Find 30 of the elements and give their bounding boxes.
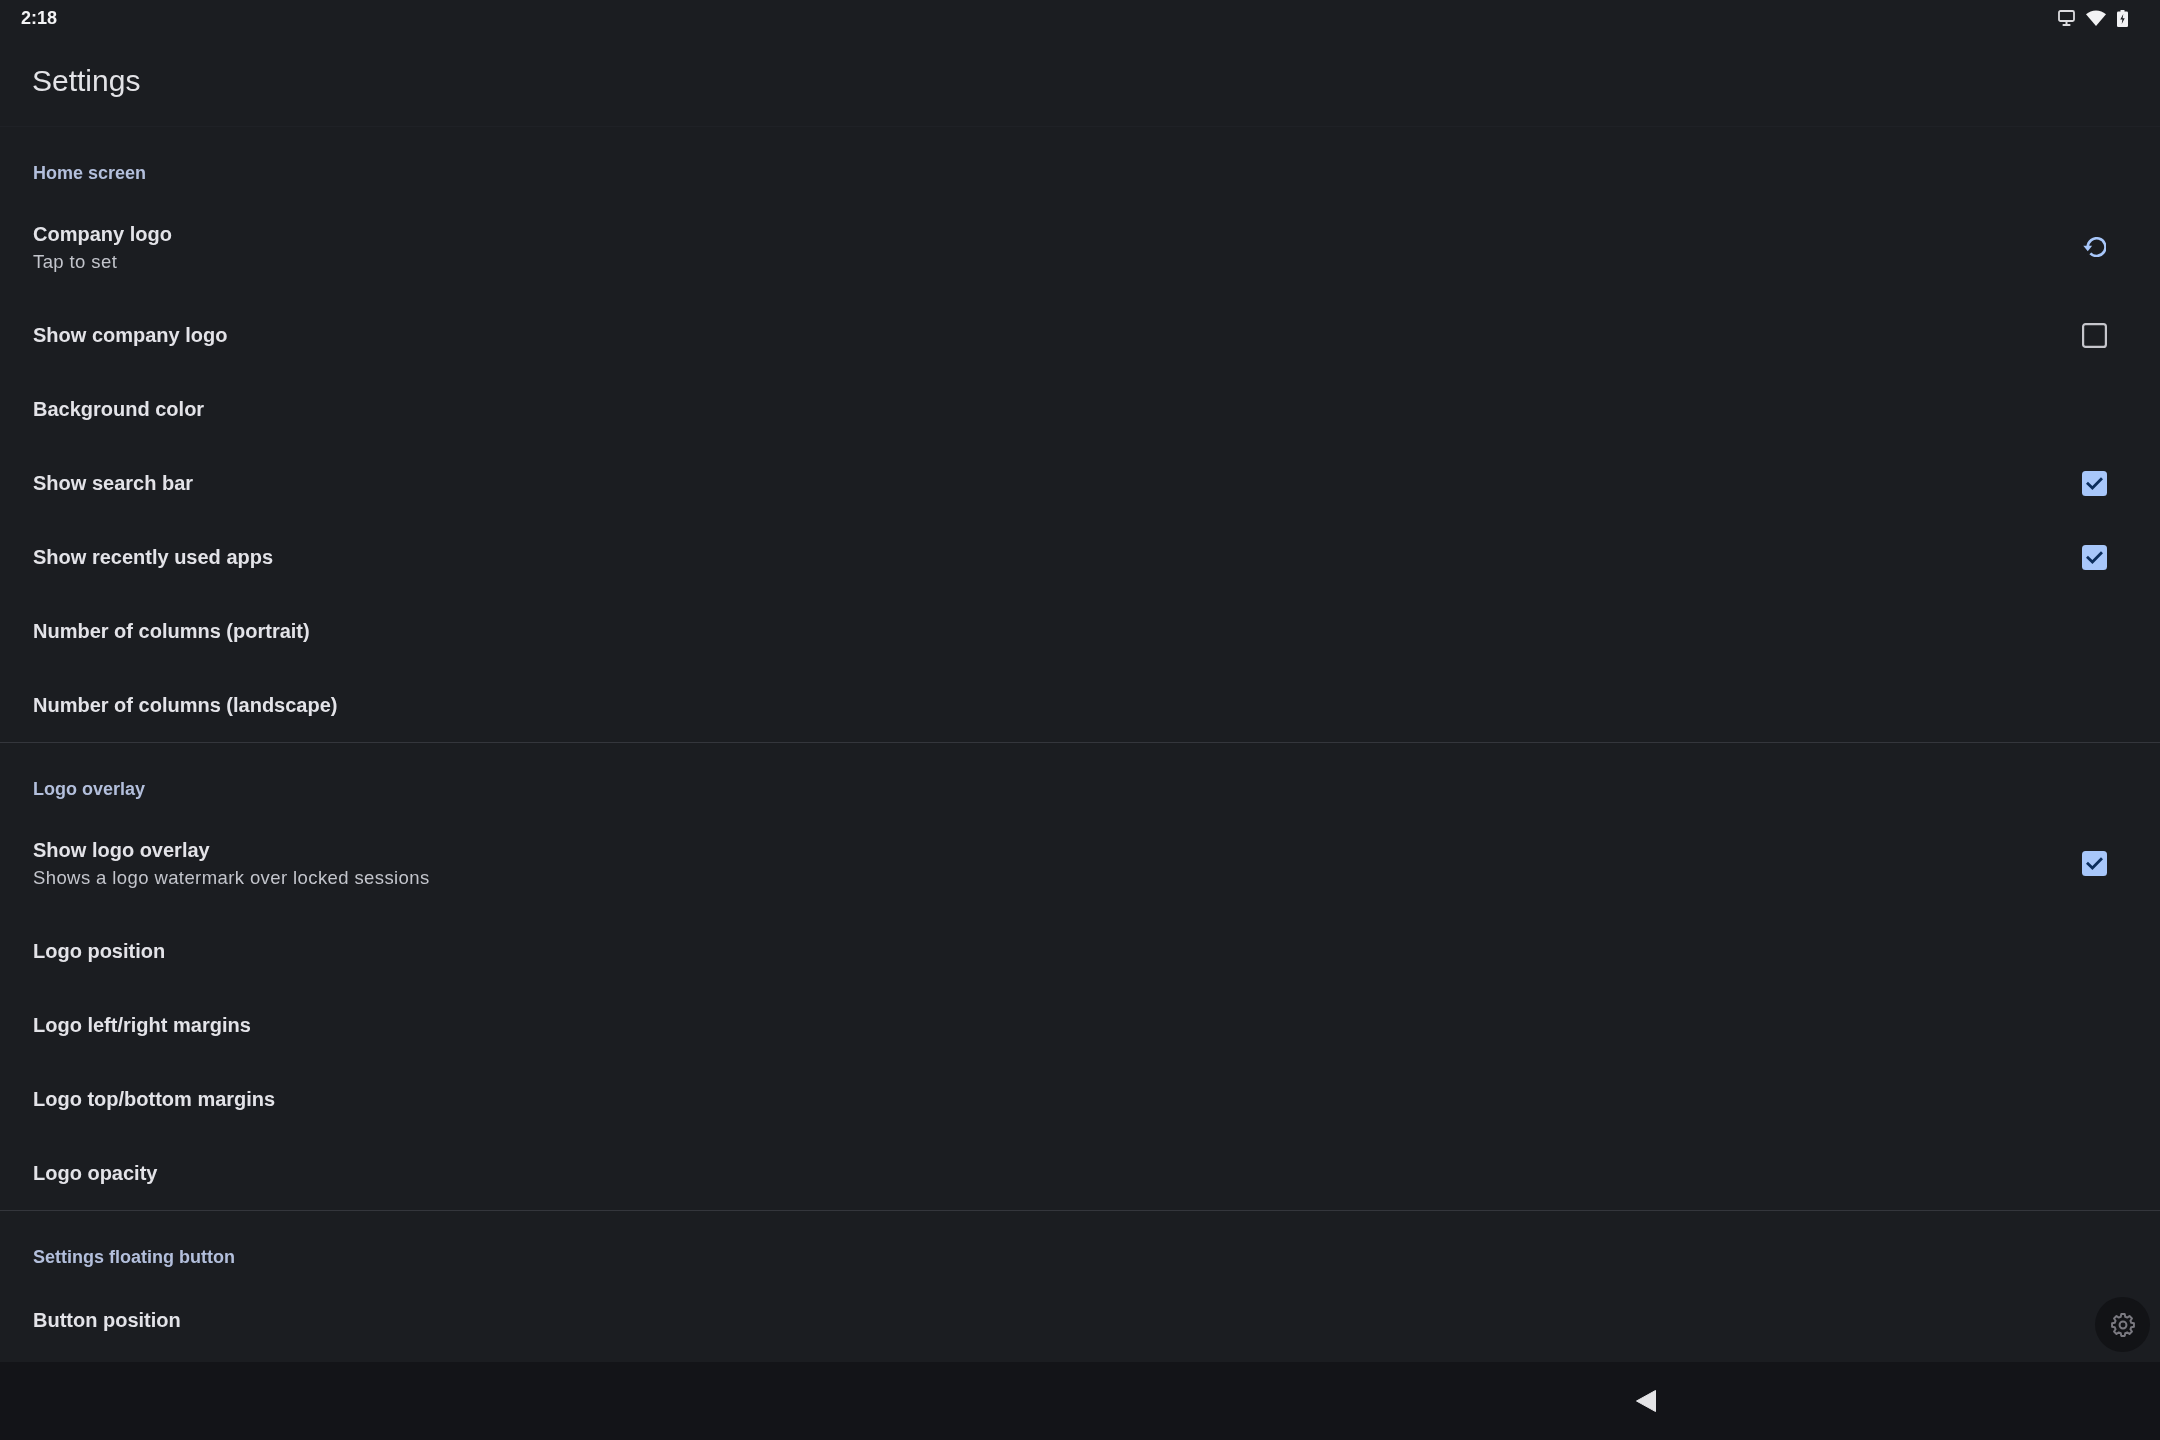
setting-summary: Tap to set — [33, 250, 118, 274]
setting-title[interactable]: Show logo overlay — [33, 836, 210, 864]
page-title: Settings — [32, 63, 141, 99]
reset-icon[interactable] — [2082, 237, 2106, 257]
checkbox[interactable] — [2081, 850, 2107, 876]
settings-icon — [2110, 1312, 2135, 1337]
setting-title[interactable]: Number of columns (portrait) — [33, 617, 310, 645]
setting-title[interactable]: Number of columns (landscape) — [33, 691, 338, 719]
setting-title[interactable]: Logo top/bottom margins — [33, 1085, 276, 1113]
setting-title[interactable]: Logo left/right margins — [33, 1011, 251, 1039]
section-header: Logo overlay — [33, 778, 146, 801]
setting-title[interactable]: Show recently used apps — [33, 543, 274, 571]
checkbox[interactable] — [2081, 544, 2107, 570]
battery-icon — [2117, 9, 2128, 27]
setting-title[interactable]: Show company logo — [33, 321, 228, 349]
section-header: Home screen — [33, 162, 147, 185]
checkbox[interactable] — [2081, 322, 2107, 348]
setting-title[interactable]: Button position — [33, 1306, 181, 1334]
section-header: Settings floating button — [33, 1246, 235, 1269]
wifi-icon — [2086, 10, 2106, 26]
status-time: 2:18 — [21, 7, 58, 29]
monitor-icon — [2058, 10, 2075, 26]
setting-summary: Shows a logo watermark over locked sessions — [33, 866, 430, 890]
checkbox[interactable] — [2081, 470, 2107, 496]
setting-title[interactable]: Logo opacity — [33, 1159, 158, 1187]
setting-title[interactable]: Background color — [33, 395, 205, 423]
setting-title[interactable]: Logo position — [33, 937, 166, 965]
setting-title[interactable]: Company logo — [33, 220, 172, 248]
setting-title[interactable]: Show search bar — [33, 469, 194, 497]
back-icon[interactable] — [1636, 1390, 1656, 1412]
